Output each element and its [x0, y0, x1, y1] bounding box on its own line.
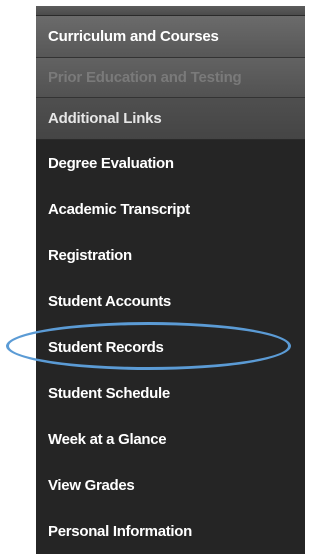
- additional-links-list: Degree Evaluation Academic Transcript Re…: [36, 140, 305, 554]
- section-header-top[interactable]: [36, 6, 305, 16]
- section-header-prior-education[interactable]: Prior Education and Testing: [36, 58, 305, 98]
- link-student-accounts[interactable]: Student Accounts: [36, 278, 305, 324]
- link-degree-evaluation[interactable]: Degree Evaluation: [36, 140, 305, 186]
- link-registration[interactable]: Registration: [36, 232, 305, 278]
- link-week-at-a-glance[interactable]: Week at a Glance: [36, 416, 305, 462]
- link-personal-information[interactable]: Personal Information: [36, 508, 305, 554]
- screen: Curriculum and Courses Prior Education a…: [0, 0, 308, 554]
- link-view-grades[interactable]: View Grades: [36, 462, 305, 508]
- link-student-schedule[interactable]: Student Schedule: [36, 370, 305, 416]
- side-menu: Curriculum and Courses Prior Education a…: [36, 6, 305, 554]
- link-academic-transcript[interactable]: Academic Transcript: [36, 186, 305, 232]
- section-header-curriculum[interactable]: Curriculum and Courses: [36, 16, 305, 58]
- link-student-records[interactable]: Student Records: [36, 324, 305, 370]
- section-header-additional-links[interactable]: Additional Links: [36, 98, 305, 140]
